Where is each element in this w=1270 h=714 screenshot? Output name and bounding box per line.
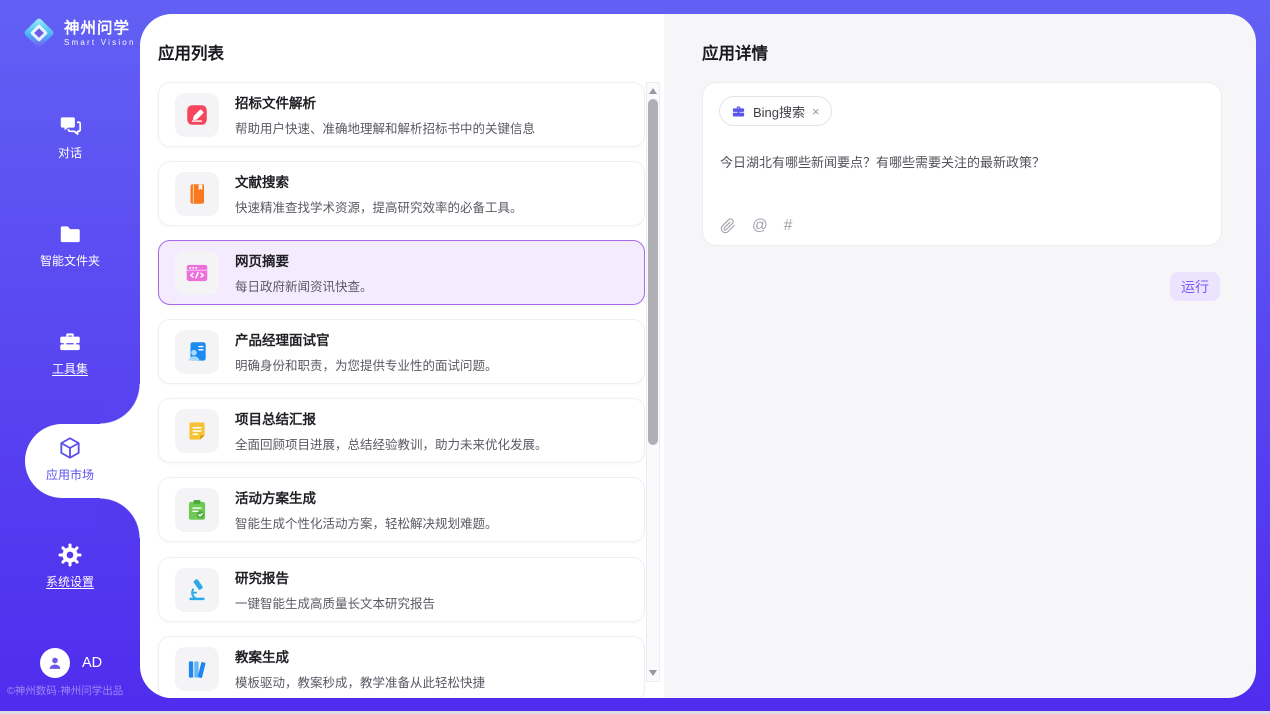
note-icon [175, 409, 219, 453]
app-card-web-summary[interactable]: 网页摘要 每日政府新闻资讯快查。 [158, 240, 645, 305]
app-card-bid-parse[interactable]: 招标文件解析 帮助用户快速、准确地理解和解析招标书中的关键信息 [158, 82, 645, 147]
sidebar-item-settings[interactable]: 系统设置 [0, 542, 140, 590]
run-button[interactable]: 运行 [1170, 272, 1220, 301]
diamond-gem-icon [20, 14, 58, 52]
prompt-card[interactable]: Bing搜索 × 今日湖北有哪些新闻要点？有哪些需要关注的最新政策？ @ # [702, 82, 1222, 246]
hash-icon[interactable]: # [784, 218, 793, 234]
cube-icon [57, 435, 83, 461]
user-account[interactable]: AD [40, 648, 102, 678]
sidebar-item-smart-folder[interactable]: 智能文件夹 [0, 221, 140, 269]
bubble-fillet-bottom [100, 498, 140, 538]
app-card-title: 教案生成 [235, 646, 485, 666]
edit-square-icon [175, 93, 219, 137]
app-card-literature-search[interactable]: 文献搜索 快速精准查找学术资源，提高研究效率的必备工具。 [158, 161, 645, 226]
tool-chip-bing-search[interactable]: Bing搜索 × [719, 96, 832, 126]
sidebar-item-label: 工具集 [52, 360, 88, 377]
app-card-lesson-plan[interactable]: 教案生成 模板驱动，教案秒成，教学准备从此轻松快捷 [158, 636, 645, 698]
app-card-project-summary[interactable]: 项目总结汇报 全面回顾项目进展，总结经验教训，助力未来优化发展。 [158, 398, 645, 463]
app-card-title: 产品经理面试官 [235, 329, 498, 349]
scrollbar[interactable] [646, 82, 660, 682]
app-card-title: 研究报告 [235, 567, 435, 587]
app-card-title: 网页摘要 [235, 250, 373, 270]
sidebar-item-label: 智能文件夹 [40, 252, 100, 269]
chip-close-icon[interactable]: × [812, 105, 820, 118]
app-card-pm-interviewer[interactable]: 产品经理面试官 明确身份和职责，为您提供专业性的面试问题。 [158, 319, 645, 384]
clipboard-check-icon [175, 488, 219, 532]
sidebar-item-app-market[interactable]: 应用市场 [0, 435, 140, 483]
sidebar-item-toolset[interactable]: 工具集 [0, 329, 140, 377]
at-icon[interactable]: @ [752, 218, 768, 234]
scrollbar-down-arrow-icon[interactable] [649, 670, 657, 676]
person-icon [45, 653, 65, 673]
app-list-panel: 应用列表 招标文件解析 帮助用户快速、准确地理解和解析招标书中的关键信息 [140, 14, 664, 698]
copyright-text: ©神州数码·神州问学出品 [7, 683, 123, 698]
chat-icon [57, 113, 83, 139]
sidebar-item-label: 对话 [58, 144, 82, 161]
tool-chip-label: Bing搜索 [753, 102, 805, 121]
user-name: AD [82, 655, 102, 671]
bubble-fillet-top [100, 384, 140, 424]
sidebar-item-label: 应用市场 [46, 466, 94, 483]
brand-text: 神州问学 Smart Vision [64, 20, 136, 47]
app-card-desc: 一键智能生成高质量长文本研究报告 [235, 593, 435, 612]
prompt-toolbar: @ # [720, 218, 792, 234]
app-card-title: 文献搜索 [235, 171, 523, 191]
app-window: 神州问学 Smart Vision 对话 智能文件夹 [0, 0, 1270, 714]
app-card-desc: 每日政府新闻资讯快查。 [235, 276, 373, 295]
interview-board-icon [175, 330, 219, 374]
avatar [40, 648, 70, 678]
brand-subtitle: Smart Vision [64, 38, 136, 47]
microscope-icon [175, 568, 219, 612]
app-detail-panel: 应用详情 Bing搜索 × 今日湖北有哪些新闻要点？有哪些需要关注的最新政策？ [664, 14, 1256, 698]
app-list-title: 应用列表 [158, 40, 224, 64]
app-detail-title: 应用详情 [702, 40, 768, 64]
app-card-desc: 全面回顾项目进展，总结经验教训，助力未来优化发展。 [235, 434, 548, 453]
app-card-desc: 智能生成个性化活动方案，轻松解决规划难题。 [235, 513, 498, 532]
folder-icon [57, 221, 83, 247]
app-card-title: 招标文件解析 [235, 92, 535, 112]
app-card-title: 项目总结汇报 [235, 408, 548, 428]
book-icon [175, 172, 219, 216]
app-card-event-plan[interactable]: 活动方案生成 智能生成个性化活动方案，轻松解决规划难题。 [158, 477, 645, 542]
paperclip-icon[interactable] [720, 218, 736, 234]
toolbox-icon [57, 329, 83, 355]
scrollbar-thumb[interactable] [648, 99, 658, 445]
sidebar-item-label: 系统设置 [46, 573, 94, 590]
gear-icon [57, 542, 83, 568]
app-card-desc: 快速精准查找学术资源，提高研究效率的必备工具。 [235, 197, 523, 216]
sidebar-item-chat[interactable]: 对话 [0, 113, 140, 161]
brand-logo: 神州问学 Smart Vision [20, 14, 136, 52]
sidebar: 神州问学 Smart Vision 对话 智能文件夹 [0, 0, 140, 714]
query-text[interactable]: 今日湖北有哪些新闻要点？有哪些需要关注的最新政策？ [720, 152, 1045, 171]
app-card-desc: 明确身份和职责，为您提供专业性的面试问题。 [235, 355, 498, 374]
books-icon [175, 647, 219, 691]
browser-code-icon [175, 251, 219, 295]
app-card-desc: 模板驱动，教案秒成，教学准备从此轻松快捷 [235, 672, 485, 691]
brand-name: 神州问学 [64, 20, 136, 38]
app-card-research-report[interactable]: 研究报告 一键智能生成高质量长文本研究报告 [158, 557, 645, 622]
app-card-title: 活动方案生成 [235, 487, 498, 507]
app-card-desc: 帮助用户快速、准确地理解和解析招标书中的关键信息 [235, 118, 535, 137]
scrollbar-up-arrow-icon[interactable] [649, 88, 657, 94]
briefcase-icon [731, 104, 746, 119]
